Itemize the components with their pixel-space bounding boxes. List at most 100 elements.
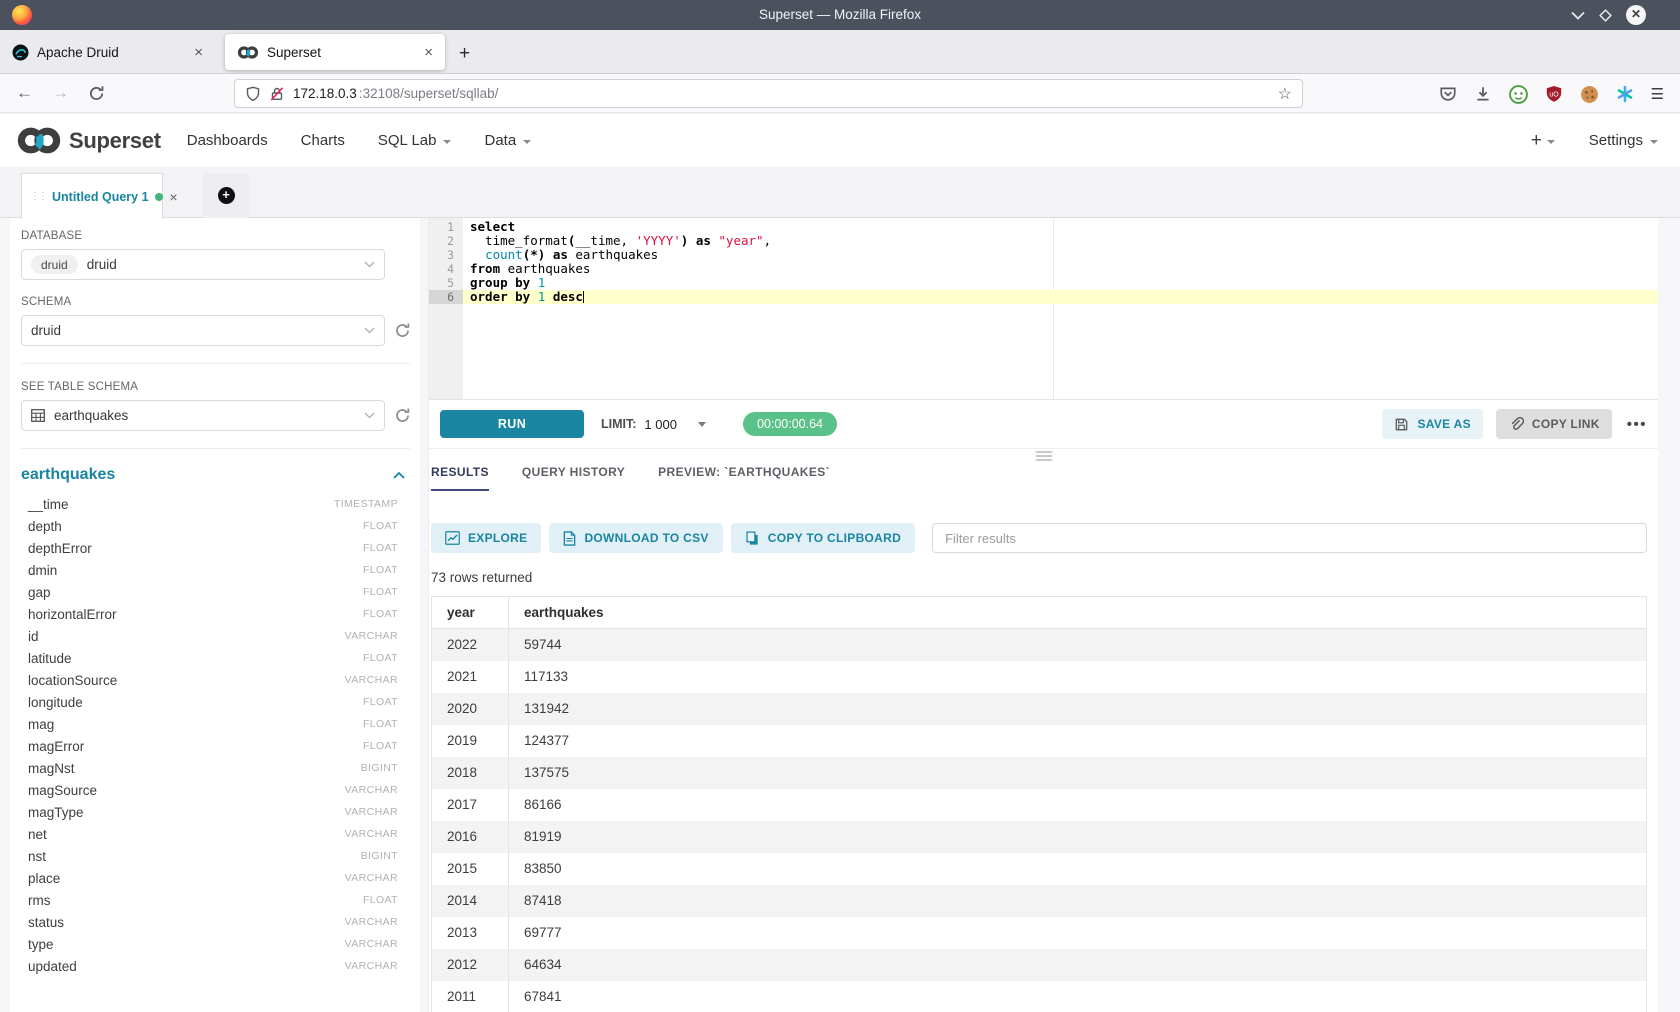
more-options-button[interactable]: •••: [1627, 416, 1647, 433]
download-csv-button[interactable]: DOWNLOAD TO CSV: [549, 523, 722, 553]
table-cell: 2019: [432, 725, 509, 757]
schema-column-row: longitudeFLOAT: [21, 691, 398, 713]
limit-value: 1 000: [644, 417, 677, 432]
tab-close-icon[interactable]: ×: [424, 44, 433, 61]
chevron-down-icon[interactable]: [698, 422, 706, 427]
reload-icon[interactable]: [88, 85, 105, 102]
code-line: from earthquakes: [463, 262, 1658, 276]
browser-titlebar: Superset — Mozilla Firefox ✕: [0, 0, 1680, 30]
column-type: TIMESTAMP: [334, 498, 398, 510]
code-line: order by 1 desc: [463, 290, 1658, 304]
table-cell: 117133: [509, 661, 1647, 693]
run-button[interactable]: RUN: [440, 410, 584, 438]
column-name: status: [28, 915, 64, 930]
code-line: count(*) as earthquakes: [463, 248, 1658, 262]
copy-link-button[interactable]: COPY LINK: [1496, 409, 1612, 439]
schema-column-row: depthFLOAT: [21, 515, 398, 537]
file-icon: [563, 531, 576, 546]
schema-column-row: typeVARCHAR: [21, 933, 398, 955]
schema-column-row: locationSourceVARCHAR: [21, 669, 398, 691]
window-close-icon[interactable]: ✕: [1626, 5, 1646, 25]
ublock-origin-icon[interactable]: uO: [1545, 85, 1563, 103]
column-type: FLOAT: [363, 696, 398, 708]
column-name: place: [28, 871, 60, 886]
divider: [21, 363, 410, 364]
table-row: 202259744: [432, 629, 1647, 661]
pocket-icon[interactable]: [1439, 85, 1457, 103]
column-type: BIGINT: [361, 762, 398, 774]
sql-editor[interactable]: 123456 select time_format(__time, 'YYYY'…: [429, 218, 1658, 400]
sqllab-sidebar: DATABASE druid druid SCHEMA druid SEE TA…: [10, 218, 420, 1012]
window-minimize-icon[interactable]: [1571, 11, 1585, 20]
lock-insecure-icon[interactable]: [269, 86, 285, 102]
database-select[interactable]: druid druid: [21, 249, 385, 280]
url-bar[interactable]: 172.18.0.3 :32108/superset/sqllab/ ☆: [234, 79, 1303, 108]
table-cell: 2011: [432, 981, 509, 1012]
query-tab-close-icon[interactable]: ×: [170, 189, 178, 205]
superset-logo[interactable]: Superset: [16, 125, 161, 156]
column-type: FLOAT: [363, 740, 398, 752]
browser-tabstrip: Apache Druid × Superset × +: [0, 30, 1680, 73]
code-line: group by 1: [463, 276, 1658, 290]
chart-icon: [445, 531, 460, 545]
table-row: 201681919: [432, 821, 1647, 853]
refresh-schema-icon[interactable]: [394, 322, 411, 339]
window-maximize-icon[interactable]: [1598, 8, 1613, 23]
forward-icon[interactable]: →: [52, 83, 69, 103]
shield-icon[interactable]: [245, 86, 261, 102]
new-tab-button[interactable]: +: [459, 43, 470, 65]
query-tab-active[interactable]: ⋮⋮ Untitled Query 1 ×: [21, 173, 163, 219]
bookmark-star-icon[interactable]: ☆: [1278, 84, 1292, 104]
schema-select[interactable]: druid: [21, 315, 385, 346]
nav-item-data[interactable]: Data: [484, 132, 531, 149]
new-query-tab[interactable]: +: [203, 173, 249, 218]
table-grid-icon: [31, 409, 45, 422]
schema-column-row: statusVARCHAR: [21, 911, 398, 933]
copy-clipboard-button[interactable]: COPY TO CLIPBOARD: [731, 523, 915, 553]
column-name: id: [28, 629, 39, 644]
limit-control[interactable]: LIMIT: 1 000: [584, 417, 706, 432]
filter-results-input[interactable]: [932, 523, 1647, 553]
drag-handle-icon[interactable]: ⋮⋮: [30, 192, 46, 202]
tab-query-history[interactable]: QUERY HISTORY: [522, 465, 625, 491]
browser-tab-druid[interactable]: Apache Druid ×: [0, 34, 215, 70]
column-type: FLOAT: [363, 520, 398, 532]
table-header-row: year earthquakes: [432, 597, 1647, 629]
schema-column-row: magFLOAT: [21, 713, 398, 735]
schema-column-row: idVARCHAR: [21, 625, 398, 647]
schema-column-row: horizontalErrorFLOAT: [21, 603, 398, 625]
column-name: type: [28, 937, 54, 952]
schema-value: druid: [31, 323, 61, 338]
settings-menu[interactable]: Settings: [1589, 132, 1658, 149]
chevron-down-icon: [364, 412, 375, 419]
table-cell: 59744: [509, 629, 1647, 661]
tab-results[interactable]: RESULTS: [431, 465, 489, 491]
back-icon[interactable]: ←: [16, 83, 33, 103]
tab-preview-earthquakes[interactable]: PREVIEW: `EARTHQUAKES`: [658, 465, 830, 491]
menu-icon[interactable]: ☰: [1651, 85, 1664, 103]
nav-item-charts[interactable]: Charts: [301, 132, 345, 149]
table-select[interactable]: earthquakes: [21, 400, 385, 431]
column-name: magSource: [28, 783, 97, 798]
browser-tab-superset[interactable]: Superset ×: [225, 34, 445, 70]
container-tabs-icon[interactable]: [1616, 85, 1634, 103]
cookie-icon[interactable]: [1580, 85, 1599, 104]
chevron-up-icon[interactable]: [393, 471, 405, 479]
schema-column-row: netVARCHAR: [21, 823, 398, 845]
nav-item-sql-lab[interactable]: SQL Lab: [378, 132, 452, 149]
table-cell: 86166: [509, 789, 1647, 821]
nav-item-dashboards[interactable]: Dashboards: [187, 132, 268, 149]
explore-button[interactable]: EXPLORE: [431, 523, 541, 553]
run-toolbar: RUN LIMIT: 1 000 00:00:00.64 SAVE AS COP…: [429, 400, 1658, 449]
save-as-button[interactable]: SAVE AS: [1382, 409, 1482, 439]
refresh-tables-icon[interactable]: [394, 407, 411, 424]
privacy-badger-icon[interactable]: [1509, 85, 1528, 104]
column-header-earthquakes: earthquakes: [509, 597, 1647, 629]
editor-code[interactable]: select time_format(__time, 'YYYY') as "y…: [463, 218, 1658, 399]
add-new-button[interactable]: +: [1531, 130, 1555, 152]
database-tag: druid: [31, 255, 78, 274]
gutter-line-number: 5: [429, 276, 463, 290]
table-row: 201786166: [432, 789, 1647, 821]
tab-close-icon[interactable]: ×: [194, 44, 203, 61]
download-icon[interactable]: [1474, 85, 1492, 103]
